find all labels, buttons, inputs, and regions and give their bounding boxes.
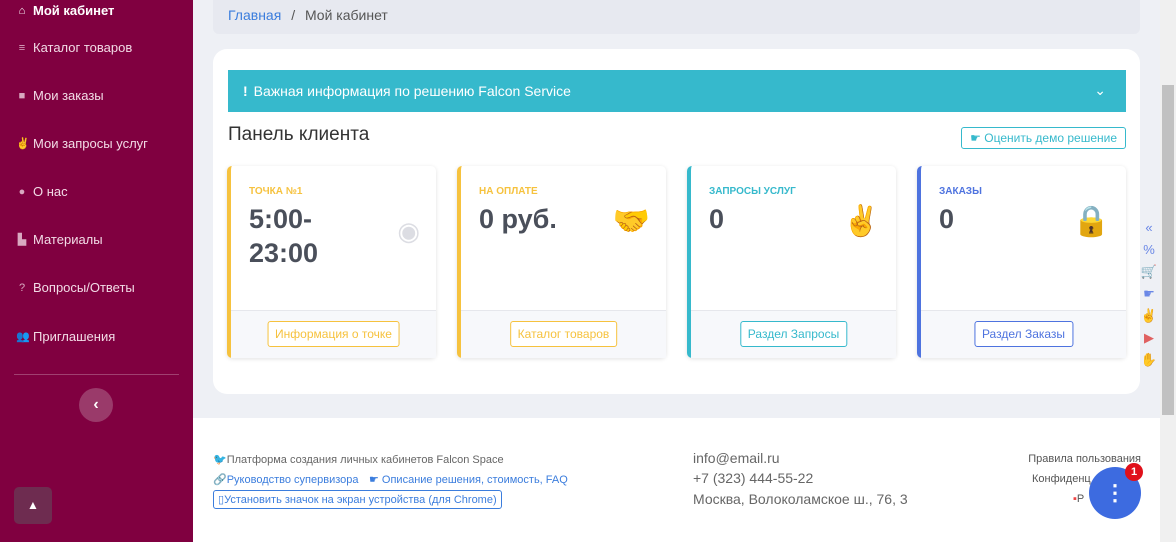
- sidebar-item-label: Мои запросы услуг: [33, 136, 148, 151]
- question-icon: ?: [18, 282, 26, 294]
- requests-section-button[interactable]: Раздел Запросы: [739, 321, 848, 347]
- platform-text: Платформа создания личных кабинетов Falc…: [226, 454, 504, 466]
- point-info-button[interactable]: Информация о точке: [267, 321, 400, 347]
- card-value: 0 руб.: [479, 204, 557, 234]
- card-value: 5:00-23:00: [249, 204, 319, 268]
- sidebar-item-label: Приглашения: [33, 329, 116, 344]
- supervisor-text: Руководство супервизора: [226, 474, 359, 486]
- expand-icon[interactable]: «: [1140, 217, 1158, 239]
- bag-icon: 🔒: [1072, 205, 1110, 238]
- side-toolbar: « % 🛒 ☛ ✌ ▶ ✋: [1140, 217, 1158, 371]
- sidebar-item-about[interactable]: ● О нас: [16, 184, 68, 200]
- hand-peace-icon[interactable]: ✌: [1140, 305, 1158, 327]
- info-icon: ●: [18, 186, 26, 198]
- breadcrumb-separator: /: [291, 7, 296, 23]
- sidebar-item-faq[interactable]: ? Вопросы/Ответы: [16, 280, 135, 296]
- breadcrumb-current: Мой кабинет: [304, 7, 388, 23]
- handshake-icon: 🤝: [612, 205, 650, 238]
- card-orders: ЗАКАЗЫ 0 🔒 Раздел Заказы: [917, 166, 1126, 358]
- breadcrumb: Главная / Мой кабинет: [213, 0, 1140, 34]
- card-label: ЗАПРОСЫ УСЛУГ: [709, 186, 796, 197]
- sidebar-item-cabinet[interactable]: ⌂ Мой кабинет: [16, 3, 115, 19]
- sidebar-item-label: Вопросы/Ответы: [33, 280, 135, 295]
- sidebar-item-label: Мои заказы: [33, 88, 104, 103]
- hand-icon[interactable]: ✋: [1140, 349, 1158, 371]
- catalog-button[interactable]: Каталог товаров: [509, 321, 618, 347]
- card-footer: Каталог товаров: [461, 310, 666, 358]
- chat-badge: 1: [1125, 463, 1143, 481]
- description-text: Описание решения, стоимость, FAQ: [381, 474, 568, 486]
- sidebar-item-requests[interactable]: ✌ Мои запросы услуг: [16, 136, 148, 152]
- supervisor-link[interactable]: 🔗Руководство супервизора: [213, 473, 359, 486]
- pdf-link[interactable]: ▪Р: [1073, 493, 1084, 505]
- home-icon: ⌂: [18, 5, 26, 17]
- card-label: ТОЧКА №1: [249, 186, 303, 197]
- card-value: 0: [939, 204, 955, 234]
- youtube-icon[interactable]: ▶: [1140, 327, 1158, 349]
- exclamation-icon: !: [243, 83, 248, 99]
- card-footer: Информация о точке: [231, 310, 436, 358]
- alert-text: Важная информация по решению Falcon Serv…: [253, 83, 571, 99]
- card-label: ЗАКАЗЫ: [939, 186, 982, 197]
- sidebar-item-label: О нас: [33, 184, 68, 199]
- sidebar-item-invites[interactable]: 👥 Приглашения: [16, 329, 115, 345]
- sidebar-item-catalog[interactable]: ≡ Каталог товаров: [16, 40, 132, 56]
- pdf-text: Р: [1076, 493, 1085, 505]
- scrollbar[interactable]: [1160, 0, 1176, 542]
- footer-email[interactable]: info@email.ru: [693, 450, 780, 466]
- rate-demo-label: Оценить демо решение: [984, 131, 1117, 145]
- card-point: ТОЧКА №1 5:00-23:00 ◉ Информация о точке: [227, 166, 436, 358]
- footer-platform[interactable]: 🐦Платформа создания личных кабинетов Fal…: [213, 453, 504, 466]
- card-label: НА ОПЛАТЕ: [479, 186, 538, 197]
- footer: 🐦Платформа создания личных кабинетов Fal…: [193, 418, 1160, 542]
- rules-link[interactable]: Правила пользования: [1028, 453, 1141, 465]
- sidebar-item-label: Материалы: [33, 232, 103, 247]
- footer-phone[interactable]: +7 (323) 444-55-22: [693, 470, 813, 486]
- install-text: Установить значок на экран устройства (д…: [224, 494, 497, 506]
- hand-peace-icon: ✌: [842, 205, 880, 238]
- sidebar-item-label: Мой кабинет: [33, 3, 115, 18]
- card-payment: НА ОПЛАТЕ 0 руб. 🤝 Каталог товаров: [457, 166, 666, 358]
- description-link[interactable]: ☛ Описание решения, стоимость, FAQ: [369, 473, 568, 486]
- breadcrumb-home[interactable]: Главная: [228, 7, 281, 23]
- card-value: 0: [709, 204, 725, 234]
- disc-icon: ◉: [397, 216, 420, 246]
- orders-section-button[interactable]: Раздел Заказы: [973, 321, 1074, 347]
- card-requests: ЗАПРОСЫ УСЛУГ 0 ✌ Раздел Запросы: [687, 166, 896, 358]
- link-icon: 🔗: [213, 474, 227, 486]
- scroll-top-button[interactable]: ▲: [14, 487, 52, 524]
- card-footer: Раздел Заказы: [921, 310, 1126, 358]
- percent-icon[interactable]: %: [1140, 239, 1158, 261]
- bag-icon: ■: [18, 90, 26, 102]
- bird-icon: 🐦: [213, 454, 227, 466]
- materials-icon: ▙: [17, 234, 27, 246]
- page-title: Панель клиента: [228, 124, 370, 145]
- install-icon-button[interactable]: ▯Установить значок на экран устройства (…: [213, 490, 502, 509]
- sidebar-divider: [14, 374, 179, 375]
- sidebar-item-orders[interactable]: ■ Мои заказы: [16, 88, 104, 104]
- cart-icon[interactable]: 🛒: [1140, 261, 1158, 283]
- info-alert[interactable]: ! Важная информация по решению Falcon Ser…: [228, 70, 1126, 112]
- hand-point-icon: ☛: [369, 474, 382, 486]
- hand-point-icon: ☛: [970, 131, 985, 145]
- footer-address: Москва, Волоколамское ш., 76, 3: [693, 491, 908, 507]
- list-icon: ≡: [18, 42, 26, 54]
- chat-icon: ⋮: [1104, 480, 1126, 505]
- rate-demo-button[interactable]: ☛ Оценить демо решение: [961, 127, 1126, 149]
- sidebar-item-materials[interactable]: ▙ Материалы: [16, 232, 103, 248]
- collapse-sidebar-button[interactable]: ‹: [79, 388, 113, 422]
- dashboard-panel: ! Важная информация по решению Falcon Ser…: [213, 49, 1140, 394]
- users-icon: 👥: [16, 331, 30, 343]
- card-footer: Раздел Запросы: [691, 310, 896, 358]
- scrollbar-thumb[interactable]: [1162, 85, 1174, 415]
- hand-peace-icon: ✌: [16, 138, 30, 150]
- chevron-down-icon[interactable]: ⌄: [1094, 82, 1106, 99]
- hand-point-icon[interactable]: ☛: [1140, 283, 1158, 305]
- sidebar-item-label: Каталог товаров: [33, 40, 133, 55]
- sidebar: ⌂ Мой кабинет ≡ Каталог товаров ■ Мои заказ…: [0, 0, 193, 542]
- privacy-link[interactable]: Конфиденц: [1032, 473, 1091, 485]
